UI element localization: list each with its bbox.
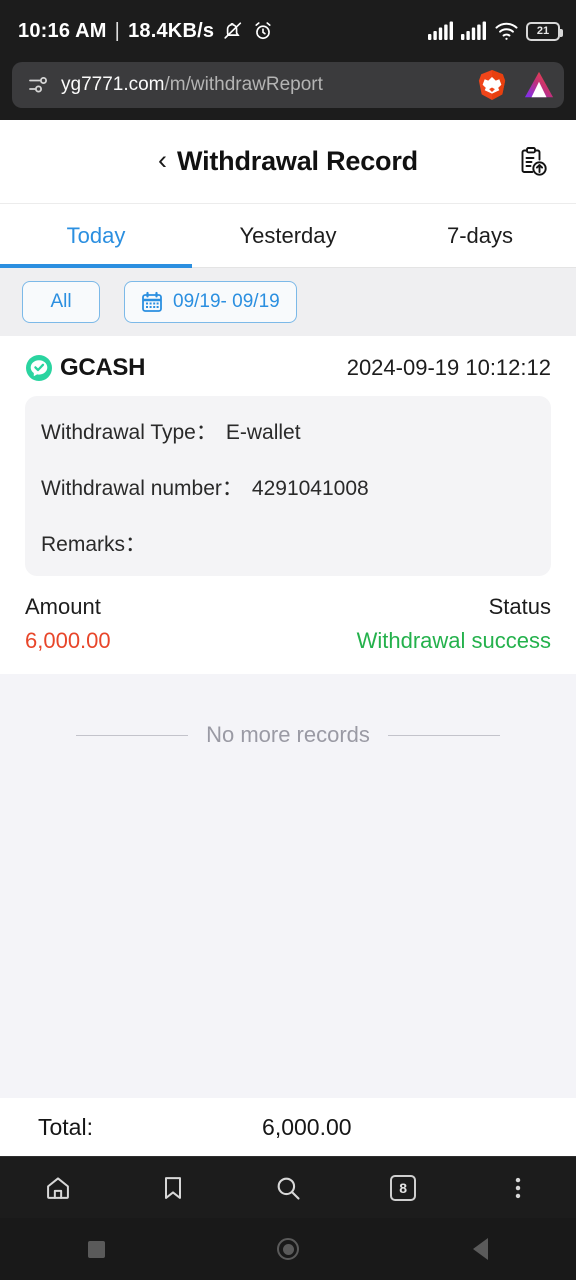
- browser-bookmarks-button[interactable]: [145, 1165, 201, 1211]
- header-title-row: ‹ Withdrawal Record: [158, 146, 418, 177]
- detail-value: 4291041008: [251, 477, 369, 500]
- wifi-icon: [495, 22, 518, 40]
- battery-indicator: 21: [526, 21, 563, 41]
- android-back-button[interactable]: [445, 1229, 515, 1269]
- detail-label: Withdrawal number：: [41, 477, 243, 500]
- date-range-label: 09/19- 09/19: [173, 291, 280, 312]
- tab-yesterday[interactable]: Yesterday: [192, 204, 384, 268]
- phone-screen: 10:16 AM | 18.4KB/s 21 yg7771.com/m/with…: [0, 0, 576, 1280]
- record-brand-label: GCASH: [60, 354, 146, 381]
- detail-label: Withdrawal Type：: [41, 421, 217, 444]
- detail-row-withdrawal-type: Withdrawal Type： E-wallet: [41, 416, 535, 446]
- more-vertical-icon: [516, 1177, 521, 1198]
- brave-lion-icon[interactable]: [477, 69, 507, 101]
- record-footer: Amount 6,000.00 Status Withdrawal succes…: [25, 594, 551, 654]
- tab-count-value: 8: [399, 1179, 408, 1196]
- browser-url-bar[interactable]: yg7771.com/m/withdrawReport: [12, 62, 564, 108]
- url-host: yg7771.com: [61, 74, 165, 95]
- status-bar-right: 21: [428, 21, 563, 41]
- recents-icon: [87, 1240, 105, 1258]
- tab-today[interactable]: Today: [0, 204, 192, 268]
- browser-bottom-bar: 8: [0, 1156, 576, 1218]
- page-title: Withdrawal Record: [177, 146, 418, 176]
- total-value: 6,000.00: [262, 1113, 352, 1140]
- browser-url-bar-container: yg7771.com/m/withdrawReport: [0, 62, 576, 120]
- tab-7days[interactable]: 7-days: [384, 204, 576, 268]
- home-circle-icon: [277, 1238, 299, 1260]
- signal-bars-icon-2: [461, 21, 486, 40]
- record-detail-panel: Withdrawal Type： E-wallet Withdrawal numb…: [25, 396, 551, 576]
- no-more-records-label: No more records: [206, 722, 370, 747]
- clipboard-export-button[interactable]: [512, 141, 554, 183]
- detail-label: Remarks：: [41, 533, 147, 556]
- browser-tabs-button[interactable]: 8: [375, 1165, 431, 1211]
- status-network-speed: 18.4KB/s: [128, 19, 215, 42]
- clipboard-export-icon: [521, 146, 547, 176]
- status-badge: Withdrawal success: [356, 628, 551, 653]
- divider-right: [387, 734, 500, 736]
- record-card[interactable]: GCASH 2024-09-19 10:12:12 Withdrawal Typ…: [0, 336, 576, 674]
- amount-label: Amount: [25, 594, 101, 619]
- status-bar: 10:16 AM | 18.4KB/s 21: [0, 0, 576, 62]
- record-header: GCASH 2024-09-19 10:12:12: [25, 354, 551, 382]
- android-home-button[interactable]: [253, 1229, 323, 1269]
- calendar-icon: [142, 291, 162, 312]
- status-block: Status Withdrawal success: [357, 594, 551, 654]
- browser-menu-button[interactable]: [490, 1165, 546, 1211]
- record-brand: GCASH: [25, 354, 145, 382]
- status-bar-left: 10:16 AM | 18.4KB/s: [18, 20, 274, 43]
- total-bar: Total: 6,000.00: [0, 1098, 576, 1156]
- total-label: Total:: [38, 1113, 93, 1140]
- search-icon: [277, 1177, 300, 1200]
- back-triangle-icon: [472, 1238, 488, 1260]
- status-time: 10:16 AM: [18, 19, 107, 42]
- active-tab-indicator: [0, 264, 192, 268]
- period-tabs: Today Yesterday 7-days: [0, 204, 576, 268]
- tab-yesterday-label: Yesterday: [239, 223, 337, 248]
- android-nav-bar: [0, 1218, 576, 1280]
- browser-search-button[interactable]: [260, 1165, 316, 1211]
- bookmark-icon: [164, 1176, 181, 1199]
- url-path: /m/withdrawReport: [164, 74, 323, 95]
- app-header: ‹ Withdrawal Record: [0, 120, 576, 204]
- record-timestamp: 2024-09-19 10:12:12: [346, 355, 551, 380]
- app-viewport: ‹ Withdrawal Record Today Yesterday 7-da…: [0, 120, 576, 1156]
- status-label: Status: [488, 594, 551, 619]
- detail-row-remarks: Remarks：: [41, 528, 535, 558]
- detail-value: E-wallet: [225, 421, 301, 444]
- divider-left: [76, 734, 189, 736]
- signal-bars-icon: [428, 21, 453, 40]
- amount-value: 6,000.00: [25, 628, 111, 653]
- android-recents-button[interactable]: [61, 1229, 131, 1269]
- alarm-clock-icon: [255, 22, 271, 40]
- tab-7days-label: 7-days: [446, 223, 514, 248]
- gcash-logo-icon: [26, 355, 52, 381]
- detail-row-withdrawal-number: Withdrawal number： 4291041008: [41, 472, 535, 502]
- battery-level: 21: [536, 25, 550, 37]
- tab-today-label: Today: [66, 223, 126, 248]
- tab-count-badge: 8: [390, 1174, 417, 1201]
- back-chevron-icon[interactable]: ‹: [158, 147, 167, 174]
- status-separator: |: [114, 19, 121, 42]
- browser-home-button[interactable]: [30, 1165, 86, 1211]
- filter-all-button[interactable]: All: [22, 281, 100, 323]
- filter-all-label: All: [50, 291, 72, 312]
- home-icon: [46, 1176, 69, 1199]
- filter-bar: All 09/19- 09/19: [0, 268, 576, 336]
- record-list: GCASH 2024-09-19 10:12:12 Withdrawal Typ…: [0, 336, 576, 1098]
- date-range-button[interactable]: 09/19- 09/19: [124, 281, 297, 323]
- amount-block: Amount 6,000.00: [25, 594, 111, 654]
- bell-muted-icon: [224, 22, 242, 39]
- no-more-records: No more records: [0, 674, 576, 748]
- bat-triangle-icon[interactable]: [524, 70, 554, 100]
- url-text[interactable]: yg7771.com/m/withdrawReport: [61, 74, 466, 96]
- tune-sliders-icon[interactable]: [26, 73, 50, 97]
